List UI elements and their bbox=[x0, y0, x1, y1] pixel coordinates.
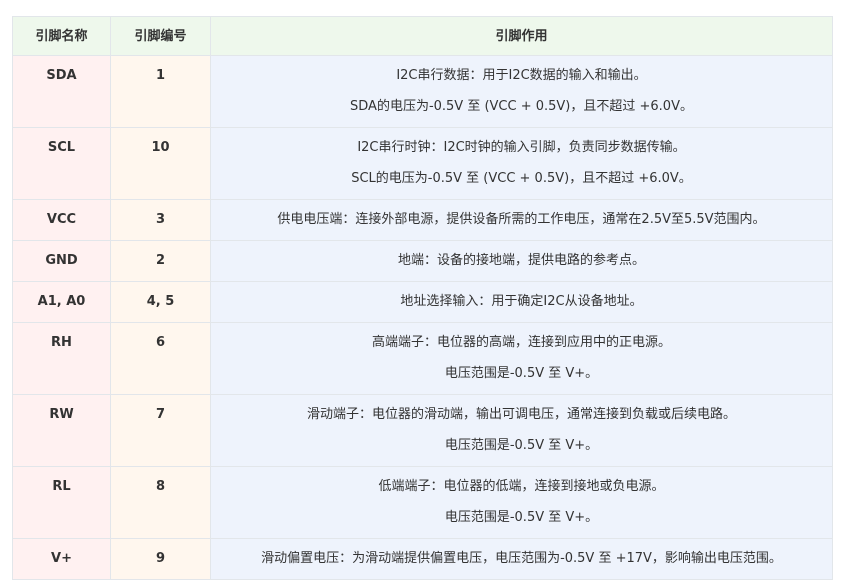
pin-table: 引脚名称 引脚编号 引脚作用 SDA 1 I2C串行数据：用于I2C数据的输入和… bbox=[12, 16, 833, 580]
header-row: 引脚名称 引脚编号 引脚作用 bbox=[12, 16, 833, 56]
table-row: GND 2 地端：设备的接地端，提供电路的参考点。 bbox=[12, 240, 833, 282]
table-row: V+ 9 滑动偏置电压：为滑动端提供偏置电压，电压范围为-0.5V 至 +17V… bbox=[12, 538, 833, 580]
pin-number-cell: 10 bbox=[110, 127, 211, 200]
pin-function-cell: 低端端子：电位器的低端，连接到接地或负电源。 电压范围是-0.5V 至 V+。 bbox=[210, 466, 833, 539]
table-row: RL 8 低端端子：电位器的低端，连接到接地或负电源。 电压范围是-0.5V 至… bbox=[12, 466, 833, 539]
pin-number-cell: 9 bbox=[110, 538, 211, 580]
pin-function-cell: 供电电压端：连接外部电源，提供设备所需的工作电压，通常在2.5V至5.5V范围内… bbox=[210, 199, 833, 241]
pin-number-cell: 3 bbox=[110, 199, 211, 241]
pin-function-cell: I2C串行时钟：I2C时钟的输入引脚，负责同步数据传输。 SCL的电压为-0.5… bbox=[210, 127, 833, 200]
pin-name-cell: VCC bbox=[12, 199, 111, 241]
function-line: 滑动偏置电压：为滑动端提供偏置电压，电压范围为-0.5V 至 +17V，影响输出… bbox=[261, 551, 782, 566]
function-line: SDA的电压为-0.5V 至 (VCC + 0.5V)，且不超过 +6.0V。 bbox=[350, 99, 693, 114]
function-line: 地端：设备的接地端，提供电路的参考点。 bbox=[397, 253, 645, 268]
pin-name-cell: V+ bbox=[12, 538, 111, 580]
table-row: A1, A0 4, 5 地址选择输入：用于确定I2C从设备地址。 bbox=[12, 281, 833, 323]
header-pin-number: 引脚编号 bbox=[110, 16, 211, 56]
function-line: I2C串行数据：用于I2C数据的输入和输出。 bbox=[396, 68, 647, 83]
table-row: SDA 1 I2C串行数据：用于I2C数据的输入和输出。 SDA的电压为-0.5… bbox=[12, 55, 833, 128]
pin-function-cell: 滑动端子：电位器的滑动端，输出可调电压，通常连接到负载或后续电路。 电压范围是-… bbox=[210, 394, 833, 467]
pin-name-cell: SDA bbox=[12, 55, 111, 128]
pin-table-body: SDA 1 I2C串行数据：用于I2C数据的输入和输出。 SDA的电压为-0.5… bbox=[12, 55, 833, 580]
function-line: 滑动端子：电位器的滑动端，输出可调电压，通常连接到负载或后续电路。 bbox=[306, 407, 736, 422]
pin-number-cell: 4, 5 bbox=[110, 281, 211, 323]
pin-name-cell: RL bbox=[12, 466, 111, 539]
pin-function-cell: 高端端子：电位器的高端，连接到应用中的正电源。 电压范围是-0.5V 至 V+。 bbox=[210, 322, 833, 395]
pin-number-cell: 2 bbox=[110, 240, 211, 282]
pin-table-header: 引脚名称 引脚编号 引脚作用 bbox=[12, 16, 833, 56]
pin-name-cell: GND bbox=[12, 240, 111, 282]
pin-name-cell: RW bbox=[12, 394, 111, 467]
table-row: RW 7 滑动端子：电位器的滑动端，输出可调电压，通常连接到负载或后续电路。 电… bbox=[12, 394, 833, 467]
function-line: 地址选择输入：用于确定I2C从设备地址。 bbox=[400, 294, 643, 309]
pin-number-cell: 7 bbox=[110, 394, 211, 467]
function-line: 电压范围是-0.5V 至 V+。 bbox=[444, 438, 599, 453]
pin-number-cell: 8 bbox=[110, 466, 211, 539]
pin-table-container: 引脚名称 引脚编号 引脚作用 SDA 1 I2C串行数据：用于I2C数据的输入和… bbox=[12, 16, 833, 580]
function-line: 供电电压端：连接外部电源，提供设备所需的工作电压，通常在2.5V至5.5V范围内… bbox=[277, 212, 766, 227]
pin-function-cell: 滑动偏置电压：为滑动端提供偏置电压，电压范围为-0.5V 至 +17V，影响输出… bbox=[210, 538, 833, 580]
function-line: 高端端子：电位器的高端，连接到应用中的正电源。 bbox=[371, 335, 671, 350]
pin-function-cell: 地址选择输入：用于确定I2C从设备地址。 bbox=[210, 281, 833, 323]
function-line: I2C串行时钟：I2C时钟的输入引脚，负责同步数据传输。 bbox=[357, 140, 686, 155]
function-line: 电压范围是-0.5V 至 V+。 bbox=[444, 366, 599, 381]
table-row: SCL 10 I2C串行时钟：I2C时钟的输入引脚，负责同步数据传输。 SCL的… bbox=[12, 127, 833, 200]
pin-function-cell: 地端：设备的接地端，提供电路的参考点。 bbox=[210, 240, 833, 282]
pin-function-cell: I2C串行数据：用于I2C数据的输入和输出。 SDA的电压为-0.5V 至 (V… bbox=[210, 55, 833, 128]
header-pin-function: 引脚作用 bbox=[210, 16, 833, 56]
pin-number-cell: 1 bbox=[110, 55, 211, 128]
function-line: 低端端子：电位器的低端，连接到接地或负电源。 bbox=[378, 479, 665, 494]
header-pin-name: 引脚名称 bbox=[12, 16, 111, 56]
function-line: SCL的电压为-0.5V 至 (VCC + 0.5V)，且不超过 +6.0V。 bbox=[351, 171, 692, 186]
pin-name-cell: RH bbox=[12, 322, 111, 395]
table-row: VCC 3 供电电压端：连接外部电源，提供设备所需的工作电压，通常在2.5V至5… bbox=[12, 199, 833, 241]
pin-number-cell: 6 bbox=[110, 322, 211, 395]
pin-name-cell: A1, A0 bbox=[12, 281, 111, 323]
function-line: 电压范围是-0.5V 至 V+。 bbox=[444, 510, 599, 525]
table-row: RH 6 高端端子：电位器的高端，连接到应用中的正电源。 电压范围是-0.5V … bbox=[12, 322, 833, 395]
pin-name-cell: SCL bbox=[12, 127, 111, 200]
